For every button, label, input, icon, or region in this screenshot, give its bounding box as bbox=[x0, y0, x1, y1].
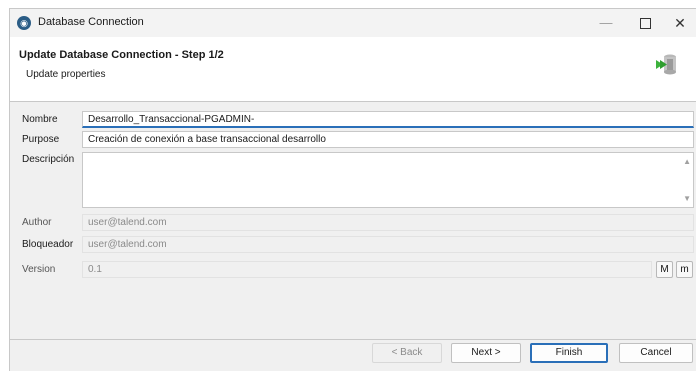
database-connection-dialog: ◉ Database Connection — ✕ Update Databas… bbox=[9, 8, 696, 371]
nombre-input[interactable]: Desarrollo_Transaccional-PGADMIN- bbox=[82, 111, 694, 128]
back-button[interactable]: < Back bbox=[372, 343, 442, 363]
finish-button[interactable]: Finish bbox=[530, 343, 608, 363]
scroll-up-icon[interactable]: ▲ bbox=[683, 157, 691, 166]
maximize-icon bbox=[639, 18, 651, 30]
minor-version-button[interactable]: m bbox=[676, 261, 693, 278]
wizard-header: Update Database Connection - Step 1/2 Up… bbox=[10, 37, 696, 102]
major-version-button[interactable]: M bbox=[656, 261, 673, 278]
nombre-label: Nombre bbox=[22, 114, 58, 125]
bloqueador-field: user@talend.com bbox=[82, 236, 694, 253]
database-wizard-icon bbox=[656, 54, 676, 75]
next-button[interactable]: Next > bbox=[451, 343, 521, 363]
author-label: Author bbox=[22, 217, 52, 228]
cancel-button[interactable]: Cancel bbox=[619, 343, 693, 363]
scroll-down-icon[interactable]: ▼ bbox=[683, 194, 691, 203]
descripcion-textarea[interactable]: ▲ ▼ bbox=[82, 152, 694, 208]
database-icon: ◉ bbox=[17, 16, 31, 30]
window-title: Database Connection bbox=[38, 16, 144, 28]
maximize-button[interactable] bbox=[629, 13, 661, 33]
page-title: Update Database Connection - Step 1/2 bbox=[19, 49, 224, 61]
bloqueador-label: Bloqueador bbox=[22, 239, 74, 250]
page-subtitle: Update properties bbox=[26, 69, 106, 80]
close-button[interactable]: ✕ bbox=[664, 13, 696, 33]
version-field: 0.1 bbox=[82, 261, 652, 278]
footer-divider bbox=[10, 339, 696, 340]
purpose-label: Purpose bbox=[22, 134, 60, 145]
descripcion-label: Descripción bbox=[22, 154, 75, 165]
author-field: user@talend.com bbox=[82, 214, 694, 231]
minimize-button[interactable]: — bbox=[590, 13, 622, 33]
title-bar[interactable]: ◉ Database Connection — ✕ bbox=[10, 9, 696, 37]
purpose-input[interactable]: Creación de conexión a base transacciona… bbox=[82, 131, 694, 148]
version-label: Version bbox=[22, 264, 56, 275]
